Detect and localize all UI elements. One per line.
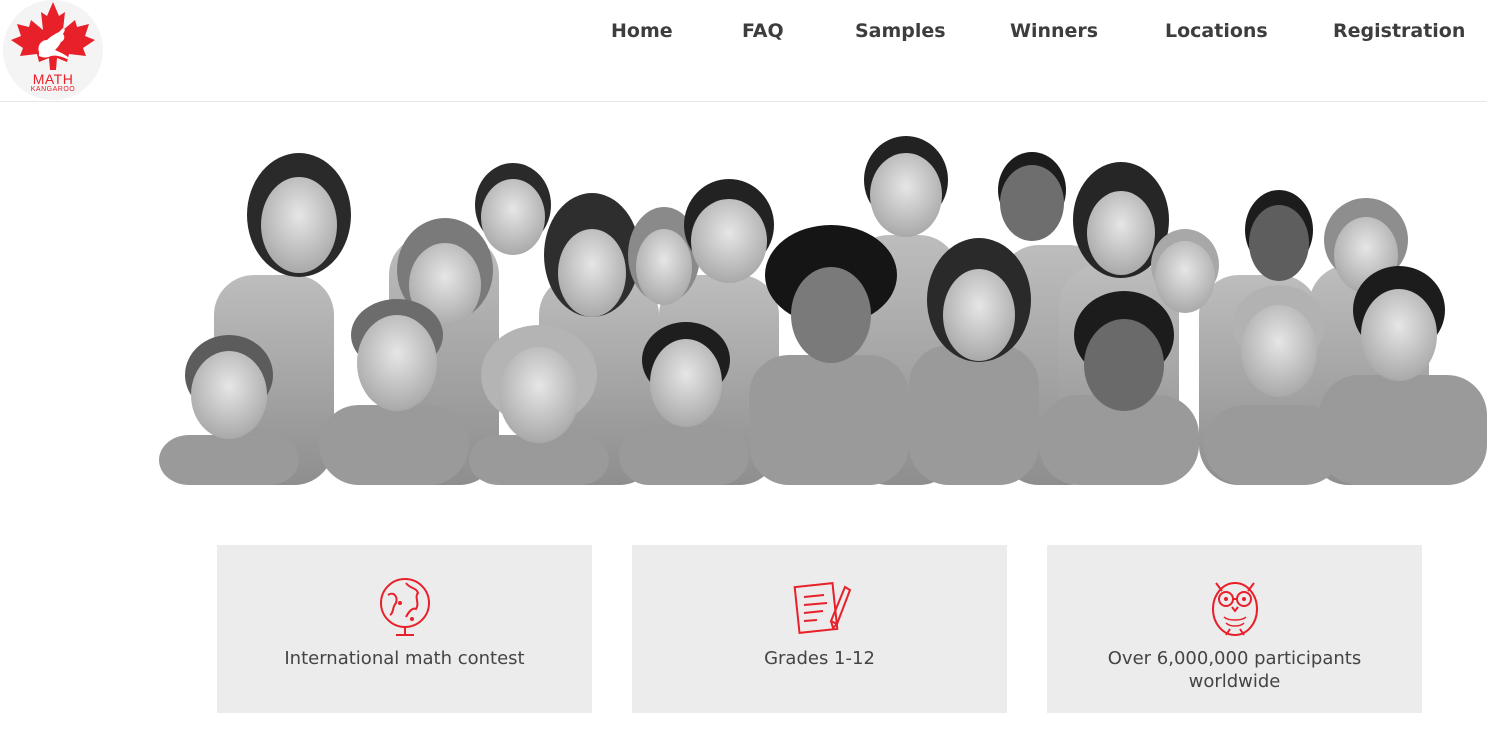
nav-registration[interactable]: Registration [1333, 20, 1465, 42]
logo-kangaroo-text: KANGAROO [30, 86, 76, 93]
site-header: MATH KANGAROO Home FAQ Samples Winners L… [0, 0, 1487, 102]
logo-math-text: MATH [32, 71, 74, 87]
nav-samples[interactable]: Samples [855, 20, 946, 42]
feature-label-international: International math contest [284, 648, 525, 669]
feature-card-participants: Over 6,000,000 participants worldwide [1047, 545, 1422, 713]
feature-label-grades: Grades 1-12 [764, 648, 875, 669]
feature-label-participants: Over 6,000,000 participants worldwide [1107, 648, 1362, 692]
feature-card-grades: Grades 1-12 [632, 545, 1007, 713]
nav-locations[interactable]: Locations [1165, 20, 1268, 42]
hero-children-image [159, 125, 1487, 485]
math-kangaroo-logo[interactable]: MATH KANGAROO [3, 0, 103, 100]
globe-icon [380, 578, 430, 636]
owl-with-glasses-icon [1212, 582, 1258, 636]
nav-faq[interactable]: FAQ [742, 20, 784, 42]
nav-home[interactable]: Home [611, 20, 673, 42]
nav-winners[interactable]: Winners [1010, 20, 1098, 42]
feature-card-international: International math contest [217, 545, 592, 713]
test-paper-pencil-icon [793, 582, 852, 634]
children-group-photo [159, 136, 1487, 485]
